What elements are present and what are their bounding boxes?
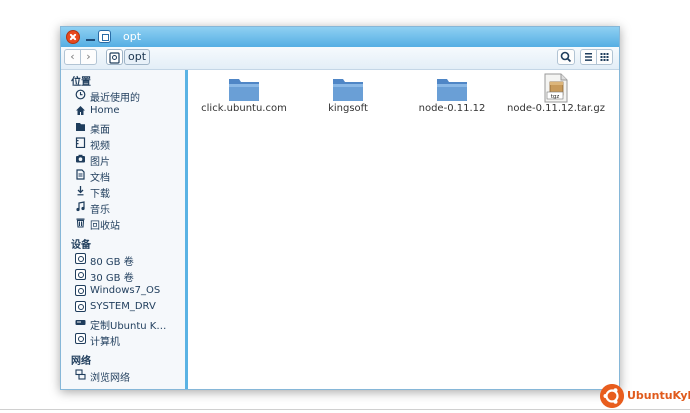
file-name: node-0.11.12.tar.gz	[507, 103, 605, 114]
network-icon	[75, 369, 86, 380]
sidebar-item-device[interactable]: 80 GB 卷	[75, 252, 194, 268]
sidebar-item-label: 图片	[90, 157, 110, 168]
places-header: 位置	[71, 77, 91, 88]
archive-icon: tgz	[544, 73, 568, 103]
music-icon	[76, 201, 85, 212]
file-item-folder[interactable]: node-0.11.12	[397, 70, 507, 130]
brand-logo: UbuntuKylin	[600, 384, 690, 408]
minimize-button[interactable]	[84, 30, 98, 44]
sidebar-item-label: 下载	[90, 189, 110, 200]
grid-view-icon	[600, 53, 609, 61]
devices-header: 设备	[71, 240, 91, 251]
sidebar-item-device[interactable]: 30 GB 卷	[75, 268, 183, 284]
ubuntukylin-logo-icon	[600, 384, 624, 408]
sidebar-item-label: 定制Ubuntu K…	[90, 321, 167, 332]
close-button[interactable]	[66, 30, 80, 44]
search-button[interactable]	[557, 49, 575, 65]
drive-icon	[75, 269, 86, 280]
folder-icon	[333, 79, 363, 101]
sidebar: 位置 最近使用的 Home 桌面 视频 图片 文档 下载 音乐 回收站 设备 8…	[61, 70, 194, 389]
drive-icon	[75, 253, 86, 264]
optical-drive-icon	[75, 320, 86, 325]
breadcrumb-root-button[interactable]	[106, 49, 123, 65]
sidebar-item-label: 视频	[90, 141, 110, 152]
archive-badge: tgz	[551, 94, 560, 100]
file-item-archive[interactable]: tgz node-0.11.12.tar.gz	[501, 70, 611, 130]
sidebar-item-label: 桌面	[90, 125, 110, 136]
file-item-folder[interactable]: kingsoft	[293, 70, 403, 130]
search-icon	[560, 51, 572, 63]
recent-icon	[75, 89, 86, 100]
download-icon	[77, 186, 84, 196]
sidebar-item-label: SYSTEM_DRV	[90, 301, 156, 312]
sidebar-item-label: Windows7_OS	[90, 285, 161, 296]
sidebar-item-computer[interactable]: 计算机	[75, 332, 183, 348]
list-view-icon	[585, 53, 592, 61]
sidebar-item-recent[interactable]: 最近使用的	[75, 88, 183, 104]
sidebar-item-music[interactable]: 音乐	[75, 200, 183, 216]
sidebar-item-device[interactable]: 定制Ubuntu K…	[75, 316, 194, 332]
list-view-button[interactable]	[580, 49, 597, 65]
sidebar-item-home[interactable]: Home	[75, 104, 183, 119]
file-name: node-0.11.12	[418, 103, 486, 114]
sidebar-item-documents[interactable]: 文档	[75, 168, 183, 184]
sidebar-item-device[interactable]: Windows7_OS	[75, 284, 194, 299]
video-icon	[75, 137, 86, 148]
folder-icon	[437, 79, 467, 101]
file-item-folder[interactable]: click.ubuntu.com	[189, 70, 299, 130]
sidebar-item-video[interactable]: 视频	[75, 136, 183, 152]
grid-view-button[interactable]	[596, 49, 613, 65]
maximize-button[interactable]	[98, 30, 111, 43]
sidebar-item-label: 计算机	[90, 337, 120, 348]
titlebar[interactable]: opt	[61, 27, 619, 47]
sidebar-item-downloads[interactable]: 下载	[75, 184, 183, 200]
brand-logo-text: UbuntuKylin	[627, 389, 690, 402]
drive-icon	[109, 52, 120, 64]
breadcrumb-opt-button[interactable]: opt	[124, 49, 150, 65]
file-name: click.ubuntu.com	[201, 103, 287, 114]
desktop-icon	[76, 123, 85, 131]
sidebar-item-label: 音乐	[90, 205, 110, 216]
sidebar-item-label: Home	[90, 105, 120, 116]
computer-icon	[75, 333, 86, 344]
camera-icon	[76, 154, 85, 163]
drive-icon	[75, 301, 86, 312]
back-button[interactable]: ‹	[64, 49, 81, 65]
sidebar-item-label: 文档	[90, 173, 110, 184]
sidebar-item-label: 30 GB 卷	[90, 273, 134, 284]
document-icon	[76, 169, 85, 180]
folder-icon	[229, 79, 259, 101]
network-header: 网络	[71, 356, 91, 367]
file-manager-window: opt ‹ › opt 位置 最近使用的 Home 桌面 视频 图片 文档 下载…	[60, 26, 620, 390]
sidebar-item-browse-network[interactable]: 浏览网络	[75, 368, 183, 384]
home-icon	[76, 106, 85, 115]
toolbar: ‹ › opt	[61, 47, 619, 70]
sidebar-item-label: 回收站	[90, 221, 120, 232]
page-divider	[0, 409, 690, 410]
file-name: kingsoft	[328, 103, 368, 114]
sidebar-item-label: 80 GB 卷	[90, 257, 134, 268]
trash-icon	[76, 218, 85, 228]
sidebar-item-device[interactable]: SYSTEM_DRV	[75, 300, 183, 315]
window-title: opt	[123, 30, 142, 43]
sidebar-item-label: 浏览网络	[90, 373, 130, 384]
sidebar-item-label: 最近使用的	[90, 93, 140, 104]
sidebar-item-pictures[interactable]: 图片	[75, 152, 183, 168]
file-view: click.ubuntu.com kingsoft node-0.11.12 t…	[188, 70, 619, 389]
sidebar-item-desktop[interactable]: 桌面	[75, 120, 183, 136]
forward-button[interactable]: ›	[80, 49, 97, 65]
sidebar-item-trash[interactable]: 回收站	[75, 216, 183, 232]
drive-icon	[75, 285, 86, 296]
